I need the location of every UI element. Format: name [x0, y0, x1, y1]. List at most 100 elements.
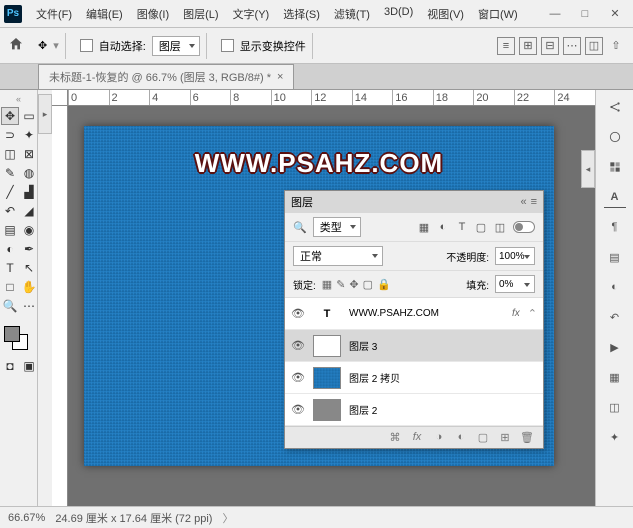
fx-badge[interactable]: fx [512, 308, 520, 319]
hand-tool[interactable]: ✋ [20, 278, 38, 296]
color-panel-icon[interactable] [604, 126, 626, 148]
visibility-icon[interactable]: 👁 [291, 307, 305, 320]
quickmask-tool[interactable]: ◘ [1, 357, 19, 375]
move-tool-icon[interactable]: ✥ [38, 39, 47, 52]
lock-brush-icon[interactable]: ✎ [336, 278, 345, 291]
history-tool[interactable]: ↶ [1, 202, 19, 220]
document-tab-close[interactable]: × [277, 71, 283, 83]
canvas-text-layer[interactable]: WWW.PSAHZ.COM [195, 148, 443, 179]
filter-smart-icon[interactable]: ◫ [493, 220, 507, 234]
color-swatches[interactable] [0, 324, 37, 352]
blend-mode-dropdown[interactable]: 正常 [293, 246, 383, 266]
filter-toggle[interactable] [513, 221, 535, 233]
filter-shape-icon[interactable]: ▢ [474, 220, 488, 234]
pen-tool[interactable]: ✒ [20, 240, 38, 258]
dodge-tool[interactable]: ◐ [1, 240, 19, 258]
type-tool[interactable]: T [1, 259, 19, 277]
close-button[interactable]: ✕ [601, 4, 629, 24]
character-panel-icon[interactable]: A [604, 186, 626, 208]
document-tab[interactable]: 未标题-1-恢复的 @ 66.7% (图层 3, RGB/8#) * × [38, 64, 294, 89]
align-icon-3[interactable]: ⊟ [541, 37, 559, 55]
layer-name[interactable]: WWW.PSAHZ.COM [349, 308, 504, 319]
auto-select-target[interactable]: 图层 [152, 36, 200, 56]
edit-toolbar[interactable]: ⋯ [20, 297, 38, 315]
eyedrop-tool[interactable]: ✎ [1, 164, 19, 182]
channels-panel-icon[interactable]: ◫ [604, 396, 626, 418]
crop-tool[interactable]: ◫ [1, 145, 19, 163]
zoom-level[interactable]: 66.67% [8, 512, 45, 524]
lock-all-icon[interactable]: 🔒 [377, 278, 391, 291]
delete-layer-icon[interactable]: 🗑 [519, 431, 535, 444]
layer-name[interactable]: 图层 2 [349, 402, 537, 417]
lock-pixels-icon[interactable]: ▦ [322, 278, 332, 291]
blur-tool[interactable]: ◉ [20, 221, 38, 239]
gradient-tool[interactable]: ▤ [1, 221, 19, 239]
history-panel-icon[interactable]: ↶ [604, 306, 626, 328]
swatches-panel-icon[interactable] [604, 156, 626, 178]
more-icon[interactable]: ⋯ [563, 37, 581, 55]
menu-view[interactable]: 视图(V) [421, 3, 470, 25]
filter-adjust-icon[interactable]: ◐ [436, 220, 450, 234]
paragraph-panel-icon[interactable]: ¶ [604, 216, 626, 238]
screenmode-tool[interactable]: ▣ [20, 357, 38, 375]
actions-panel-icon[interactable]: ▶ [604, 336, 626, 358]
visibility-icon[interactable]: 👁 [291, 371, 305, 384]
filter-kind-dropdown[interactable]: 类型 [313, 217, 361, 237]
stamp-tool[interactable]: ▟ [20, 183, 38, 201]
adjustment-layer-icon[interactable]: ◐ [453, 431, 469, 444]
fill-input[interactable]: 0% [495, 275, 535, 293]
right-panel-expand[interactable]: ◂ [581, 150, 595, 188]
frame-tool[interactable]: ⊠ [20, 145, 38, 163]
paths-panel-icon[interactable]: ✦ [604, 426, 626, 448]
zoom-tool[interactable]: 🔍 [1, 297, 19, 315]
menu-type[interactable]: 文字(Y) [227, 3, 276, 25]
layer-fx-icon[interactable]: fx [409, 431, 425, 444]
path-tool[interactable]: ↖ [20, 259, 38, 277]
layer-name[interactable]: 图层 2 拷贝 [349, 370, 537, 385]
lock-position-icon[interactable]: ✥ [349, 278, 358, 291]
shape-tool[interactable]: □ [1, 278, 19, 296]
move-tool[interactable]: ✥ [1, 107, 19, 125]
menu-edit[interactable]: 编辑(E) [80, 3, 129, 25]
layer-name[interactable]: 图层 3 [349, 338, 537, 353]
layer-item[interactable]: 👁 T WWW.PSAHZ.COM fx ⌃ [285, 298, 543, 330]
visibility-icon[interactable]: 👁 [291, 403, 305, 416]
filter-search-icon[interactable]: 🔍 [293, 221, 307, 234]
align-icon-2[interactable]: ⊞ [519, 37, 537, 55]
lasso-tool[interactable]: ⊃ [1, 126, 19, 144]
toolbox-collapse[interactable]: « [0, 92, 37, 106]
layers-panel-icon[interactable]: ▦ [604, 366, 626, 388]
filter-type-icon[interactable]: T [455, 220, 469, 234]
layer-item[interactable]: 👁 图层 2 [285, 394, 543, 426]
3d-mode-icon[interactable]: ◫ [585, 37, 603, 55]
panel-menu-icon[interactable]: ≡ [531, 196, 537, 208]
wand-tool[interactable]: ✦ [20, 126, 38, 144]
brush-tool[interactable]: ╱ [1, 183, 19, 201]
heal-tool[interactable]: ◍ [20, 164, 38, 182]
opacity-input[interactable]: 100% [495, 247, 535, 265]
layer-mask-icon[interactable]: ◑ [431, 431, 447, 444]
share-panel-icon[interactable] [604, 96, 626, 118]
fx-expand-icon[interactable]: ⌃ [528, 307, 537, 320]
layers-panel-header[interactable]: 图层 « ≡ [285, 191, 543, 213]
share-icon[interactable]: ⇧ [607, 37, 625, 55]
home-icon[interactable] [8, 36, 24, 55]
menu-window[interactable]: 窗口(W) [472, 3, 524, 25]
align-icon-1[interactable]: ≡ [497, 37, 515, 55]
lock-artboard-icon[interactable]: ▢ [363, 278, 373, 291]
eraser-tool[interactable]: ◢ [20, 202, 38, 220]
new-layer-icon[interactable]: ⊞ [497, 431, 513, 444]
menu-layer[interactable]: 图层(L) [177, 3, 224, 25]
show-transform-checkbox[interactable] [221, 39, 234, 52]
visibility-icon[interactable]: 👁 [291, 339, 305, 352]
group-icon[interactable]: ▢ [475, 431, 491, 444]
maximize-button[interactable]: □ [571, 4, 599, 24]
menu-3d[interactable]: 3D(D) [378, 3, 419, 25]
menu-image[interactable]: 图像(I) [131, 3, 175, 25]
filter-pixel-icon[interactable]: ▦ [417, 220, 431, 234]
marquee-tool[interactable]: ▭ [20, 107, 38, 125]
menu-select[interactable]: 选择(S) [277, 3, 326, 25]
foreground-swatch[interactable] [4, 326, 20, 342]
menu-file[interactable]: 文件(F) [30, 3, 78, 25]
menu-filter[interactable]: 滤镜(T) [328, 3, 376, 25]
